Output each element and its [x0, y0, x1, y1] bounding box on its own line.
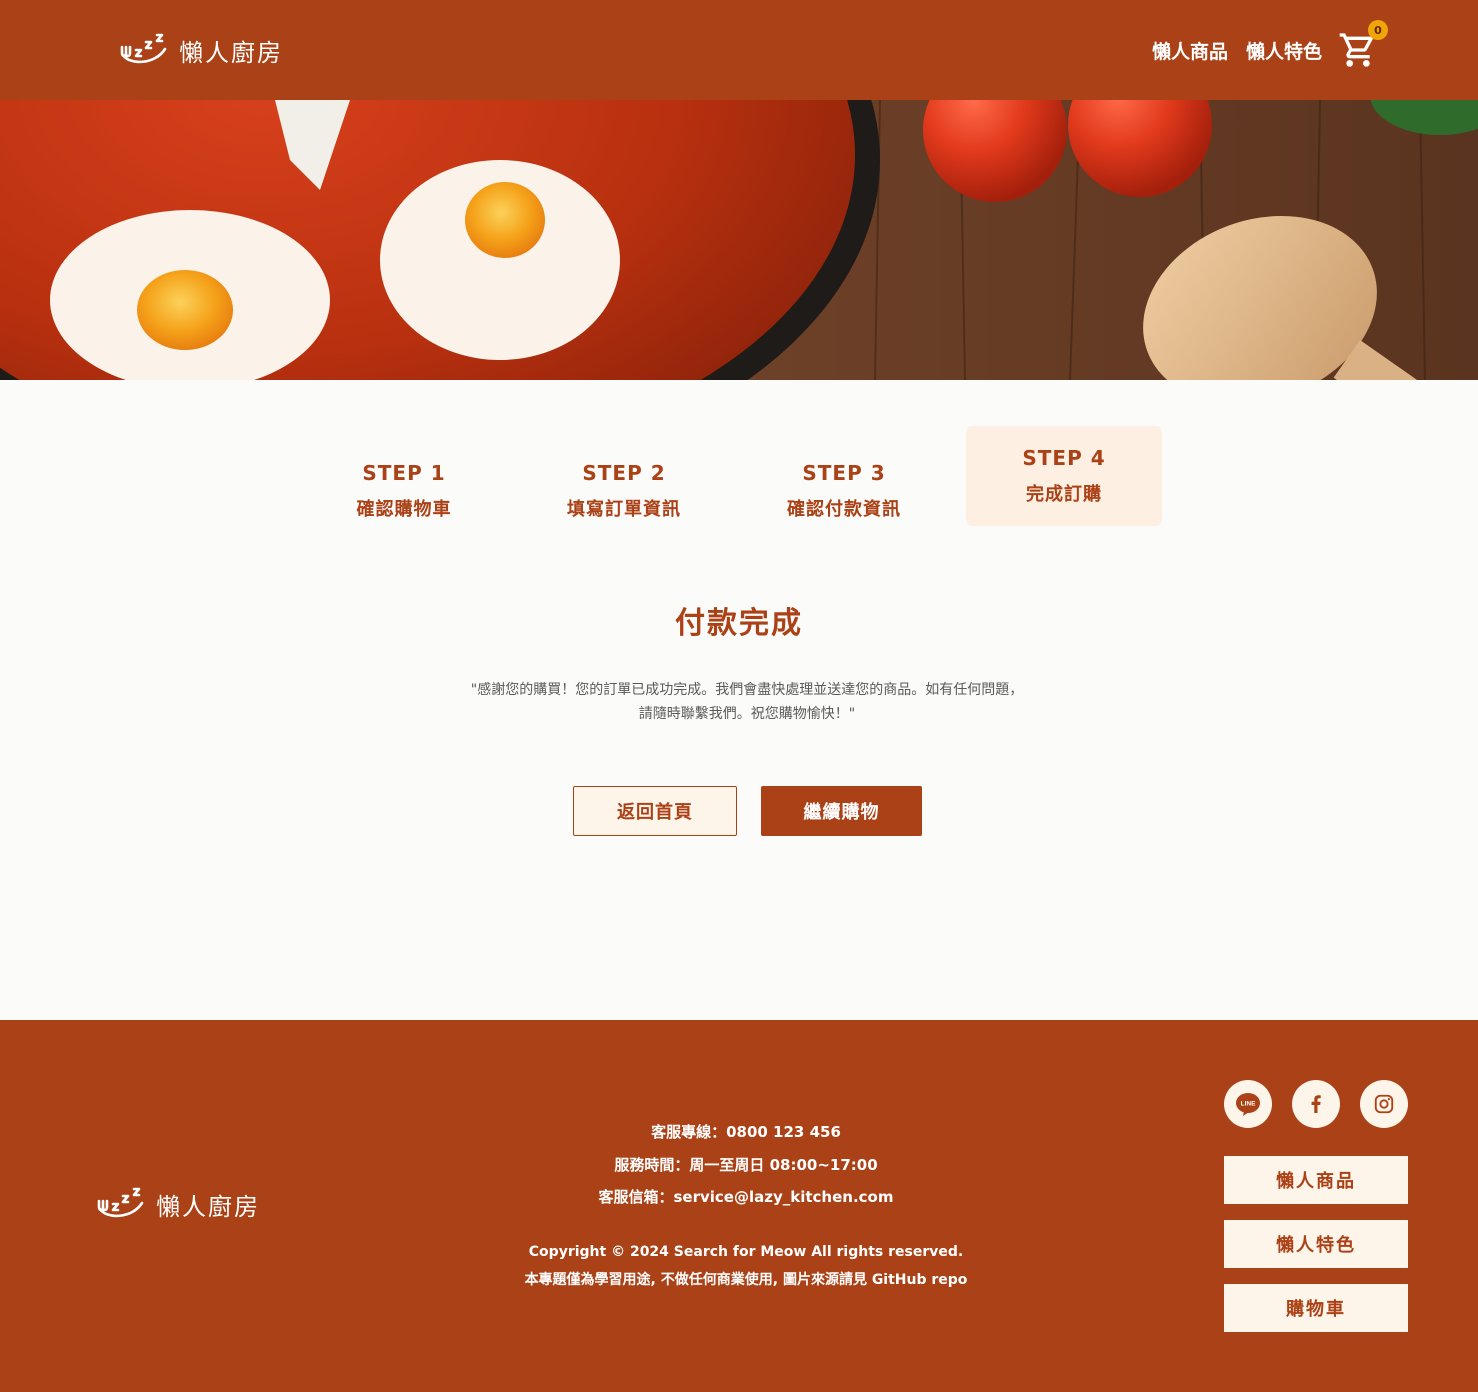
site-footer: 懶人廚房 客服專線：0800 123 456 服務時間：周一至周日 08:00~…: [0, 1020, 1478, 1392]
cart-button[interactable]: 0: [1338, 20, 1388, 70]
payment-complete-title: 付款完成: [675, 606, 803, 641]
cart-count-badge: 0: [1368, 20, 1388, 40]
disclaimer-text: 本專題僅為學習用途, 不做任何商業使用, 圖片來源請見 GitHub repo: [524, 1272, 968, 1288]
footer-brand-name: 懶人廚房: [156, 1192, 260, 1221]
step-label: 確認購物車: [356, 499, 452, 520]
facebook-link[interactable]: [1292, 1080, 1340, 1128]
line-icon: LINE: [1236, 1093, 1260, 1116]
step-label: 填寫訂單資訊: [567, 499, 681, 520]
step-label: 完成訂購: [1026, 484, 1102, 505]
footer-link-cart[interactable]: 購物車: [1224, 1284, 1408, 1332]
step-number: STEP 1: [362, 461, 446, 485]
hero-food-photo: [0, 100, 1478, 380]
service-hours: 服務時間：周一至周日 08:00~17:00: [614, 1155, 878, 1174]
thank-you-line-2: 請隨時聯繫我們。祝您購物愉快！": [638, 706, 856, 722]
service-phone: 客服專線：0800 123 456: [651, 1123, 841, 1141]
sleeping-face-fork-icon: [97, 1187, 144, 1218]
hero-banner: [0, 100, 1478, 380]
order-complete-section: STEP 1 確認購物車 STEP 2 填寫訂單資訊 STEP 3 確認付款資訊…: [0, 380, 1478, 1020]
back-home-button[interactable]: 返回首頁: [573, 786, 737, 836]
step-number: STEP 4: [1022, 446, 1106, 470]
step-3[interactable]: STEP 3 確認付款資訊: [746, 426, 942, 526]
brand-name: 懶人廚房: [179, 38, 283, 67]
checkout-steps: STEP 1 確認購物車 STEP 2 填寫訂單資訊 STEP 3 確認付款資訊…: [306, 426, 1186, 526]
step-number: STEP 2: [582, 461, 666, 485]
footer-link-features[interactable]: 懶人特色: [1224, 1220, 1408, 1268]
copyright-text: Copyright © 2024 Search for Meow All rig…: [528, 1244, 964, 1260]
nav-lazy-features[interactable]: 懶人特色: [1246, 37, 1322, 64]
thank-you-message: "感謝您的購買！您的訂單已成功完成。我們會盡快處理並送達您的商品。如有任何問題，…: [419, 678, 1075, 726]
contact-info: 客服專線：0800 123 456 服務時間：周一至周日 08:00~17:00…: [446, 1116, 1046, 1214]
main-nav: 懶人商品 懶人特色 0: [1134, 20, 1388, 72]
instagram-link[interactable]: [1360, 1080, 1408, 1128]
footer-link-products[interactable]: 懶人商品: [1224, 1156, 1408, 1204]
service-email: 客服信箱：service@lazy_kitchen.com: [598, 1188, 894, 1206]
facebook-icon: [1311, 1095, 1321, 1113]
step-1[interactable]: STEP 1 確認購物車: [306, 426, 502, 526]
site-header: 懶人廚房 懶人商品 懶人特色 0: [0, 0, 1478, 100]
step-4-active[interactable]: STEP 4 完成訂購: [966, 426, 1162, 526]
copyright-block: Copyright © 2024 Search for Meow All rig…: [446, 1238, 1046, 1294]
footer-logo[interactable]: 懶人廚房: [96, 1184, 260, 1224]
instagram-icon: [1374, 1094, 1394, 1114]
line-link[interactable]: LINE: [1224, 1080, 1272, 1128]
step-number: STEP 3: [802, 461, 886, 485]
social-links: LINE: [1224, 1080, 1408, 1128]
nav-lazy-products[interactable]: 懶人商品: [1152, 37, 1228, 64]
thank-you-line-1: "感謝您的購買！您的訂單已成功完成。我們會盡快處理並送達您的商品。如有任何問題，: [470, 682, 1024, 698]
header-logo[interactable]: 懶人廚房: [119, 30, 283, 70]
step-2[interactable]: STEP 2 填寫訂單資訊: [526, 426, 722, 526]
line-icon-text: LINE: [1241, 1101, 1256, 1108]
step-label: 確認付款資訊: [787, 499, 901, 520]
continue-shopping-button[interactable]: 繼續購物: [761, 786, 922, 836]
sleeping-face-fork-icon: [120, 33, 167, 64]
